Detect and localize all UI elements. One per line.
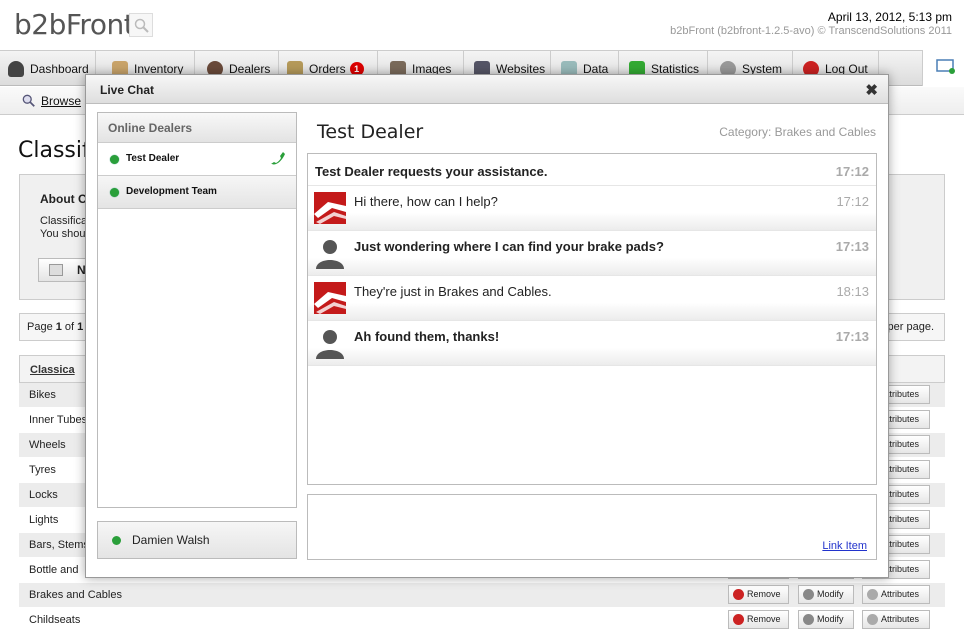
modal-header: Live Chat ✖	[86, 75, 888, 104]
online-status-icon	[112, 536, 121, 545]
remove-icon	[733, 614, 744, 625]
message-item: They're just in Brakes and Cables. 18:13	[308, 276, 876, 321]
message-text: Ah found them, thanks!	[354, 329, 500, 344]
online-status-icon	[110, 155, 119, 164]
attributes-button[interactable]: Attributes	[862, 585, 930, 604]
pager-of: of	[61, 321, 78, 333]
classification-name[interactable]: Bars, Stems	[29, 539, 89, 551]
pager-total: 1	[77, 321, 84, 333]
classification-name[interactable]: Bikes	[29, 389, 56, 401]
attributes-label: Attributes	[881, 614, 920, 624]
message-time: 17:13	[835, 329, 869, 344]
message-item: Hi there, how can I help? 17:12	[308, 186, 876, 231]
staff-avatar-icon	[314, 282, 346, 314]
version-info: b2bFront (b2bfront-1.2.5-avo) © Transcen…	[670, 25, 952, 37]
dealer-name: Test Dealer	[126, 153, 180, 164]
table-row[interactable]: Childseats Remove Modify Attributes	[19, 608, 945, 633]
add-icon	[49, 264, 63, 276]
modify-icon	[803, 589, 814, 600]
screen-toggle-button[interactable]	[922, 50, 964, 86]
classification-name[interactable]: Brakes and Cables	[29, 589, 122, 601]
message-time: 18:13	[836, 284, 869, 299]
online-status-icon	[110, 188, 119, 197]
link-item-link[interactable]: Link Item	[822, 540, 867, 552]
magnifier-icon	[22, 94, 35, 107]
current-user-name: Damien Walsh	[132, 533, 210, 547]
table-row[interactable]: Brakes and Cables Remove Modify Attributes	[19, 583, 945, 608]
online-dealers-header: Online Dealers	[98, 113, 296, 143]
per-page-label: per page.	[887, 321, 934, 333]
classification-name[interactable]: Wheels	[29, 439, 66, 451]
message-text: They're just in Brakes and Cables.	[354, 284, 552, 299]
remove-icon	[733, 589, 744, 600]
remove-button[interactable]: Remove	[728, 585, 789, 604]
user-avatar-icon	[316, 330, 344, 359]
dealer-name: Development Team	[126, 186, 217, 197]
nav-label: Dashboard	[30, 62, 89, 76]
message-text: Hi there, how can I help?	[354, 194, 498, 209]
message-time: 17:12	[835, 164, 869, 179]
message-text: Just wondering where I can find your bra…	[354, 239, 664, 254]
classification-name[interactable]: Lights	[29, 514, 58, 526]
current-datetime: April 13, 2012, 5:13 pm	[827, 10, 952, 24]
dealer-item-development-team[interactable]: Development Team	[98, 176, 296, 209]
message-item: Test Dealer requests your assistance. 17…	[308, 154, 876, 186]
user-avatar-icon	[316, 240, 344, 269]
remove-label: Remove	[747, 614, 781, 624]
pager-prefix: Page	[27, 321, 56, 333]
message-item: Ah found them, thanks! 17:13	[308, 321, 876, 366]
modify-button[interactable]: Modify	[798, 610, 854, 629]
classification-name[interactable]: Tyres	[29, 464, 56, 476]
phone-icon[interactable]	[270, 151, 288, 167]
search-icon[interactable]	[129, 13, 153, 37]
online-dealers-panel: Online Dealers Test Dealer Development T…	[97, 112, 297, 508]
attributes-icon	[867, 589, 878, 600]
message-time: 17:13	[835, 239, 869, 254]
monitor-icon	[936, 59, 955, 74]
attributes-label: Attributes	[881, 589, 920, 599]
about-text: You shou	[40, 228, 86, 240]
remove-button[interactable]: Remove	[728, 610, 789, 629]
browse-link[interactable]: Browse	[22, 94, 81, 108]
classification-name[interactable]: Childseats	[29, 614, 80, 626]
attributes-button[interactable]: Attributes	[862, 610, 930, 629]
dealer-item-test-dealer[interactable]: Test Dealer	[98, 143, 296, 176]
pager-info: Page 1 of 1	[27, 321, 83, 333]
message-list[interactable]: Test Dealer requests your assistance. 17…	[307, 153, 877, 485]
about-title: About C	[40, 192, 87, 206]
chat-input[interactable]: Link Item	[307, 494, 877, 560]
app-logo[interactable]: b2bFront	[14, 8, 135, 41]
message-time: 17:12	[836, 194, 869, 209]
modify-label: Modify	[817, 614, 844, 624]
modify-icon	[803, 614, 814, 625]
conversation-category: Category: Brakes and Cables	[719, 125, 876, 139]
classification-name[interactable]: Inner Tubes	[29, 414, 87, 426]
live-chat-modal: Live Chat ✖ Online Dealers Test Dealer D…	[85, 74, 889, 578]
current-user-panel: Damien Walsh	[97, 521, 297, 559]
dashboard-icon	[8, 61, 24, 77]
message-item: Just wondering where I can find your bra…	[308, 231, 876, 276]
browse-label: Browse	[41, 94, 82, 108]
staff-avatar-icon	[314, 192, 346, 224]
close-icon[interactable]: ✖	[865, 81, 878, 99]
remove-label: Remove	[747, 589, 781, 599]
modal-title: Live Chat	[100, 83, 155, 97]
column-header-classification[interactable]: Classica	[30, 364, 75, 376]
app-header: b2bFront April 13, 2012, 5:13 pm b2bFron…	[0, 0, 964, 50]
classification-name[interactable]: Bottle and	[29, 564, 79, 576]
conversation-title: Test Dealer	[317, 121, 424, 143]
nav-dashboard[interactable]: Dashboard	[0, 51, 96, 87]
classification-name[interactable]: Locks	[29, 489, 58, 501]
modify-button[interactable]: Modify	[798, 585, 854, 604]
attributes-icon	[867, 614, 878, 625]
modify-label: Modify	[817, 589, 844, 599]
about-text: Classifica	[40, 215, 88, 227]
message-text: Test Dealer requests your assistance.	[315, 164, 548, 179]
